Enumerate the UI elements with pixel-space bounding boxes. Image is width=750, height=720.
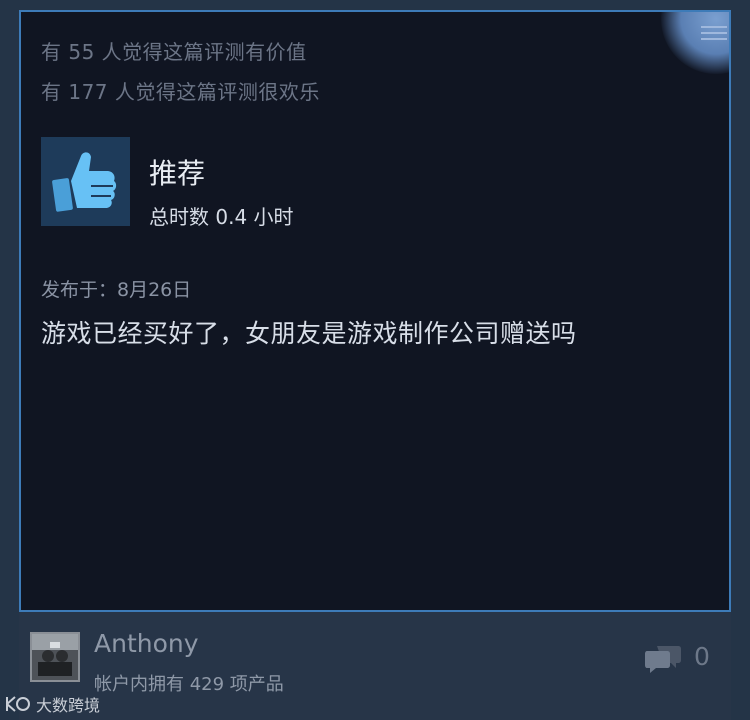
review-card: 有 55 人觉得这篇评测有价值 有 177 人觉得这篇评测很欢乐 推荐 总时数 … [19,10,731,612]
recommendation-title: 推荐 [149,157,206,190]
menu-icon[interactable] [701,22,727,44]
helpful-count-text: 有 55 人觉得这篇评测有价值 [41,40,307,64]
watermark-text: 大数跨境 [36,696,101,715]
avatar[interactable] [30,632,80,682]
review-body: 游戏已经买好了，女朋友是游戏制作公司赠送吗 [41,319,577,348]
playtime-text: 总时数 0.4 小时 [149,205,294,229]
author-footer: Anthony 帐户内拥有 429 项产品 0 [19,612,731,720]
funny-count-text: 有 177 人觉得这篇评测很欢乐 [41,80,320,104]
watermark-logo-icon [6,696,30,712]
speech-bubble-icon[interactable] [645,642,681,676]
thumbs-up-icon [41,137,130,226]
comment-count[interactable]: 0 [694,642,710,671]
review-frame: 有 55 人觉得这篇评测有价值 有 177 人觉得这篇评测很欢乐 推荐 总时数 … [0,0,750,720]
watermark: 大数跨境 [4,692,100,716]
posted-date: 发布于：8月26日 [41,279,192,301]
author-name[interactable]: Anthony [94,629,199,658]
author-products: 帐户内拥有 429 项产品 [94,674,284,695]
